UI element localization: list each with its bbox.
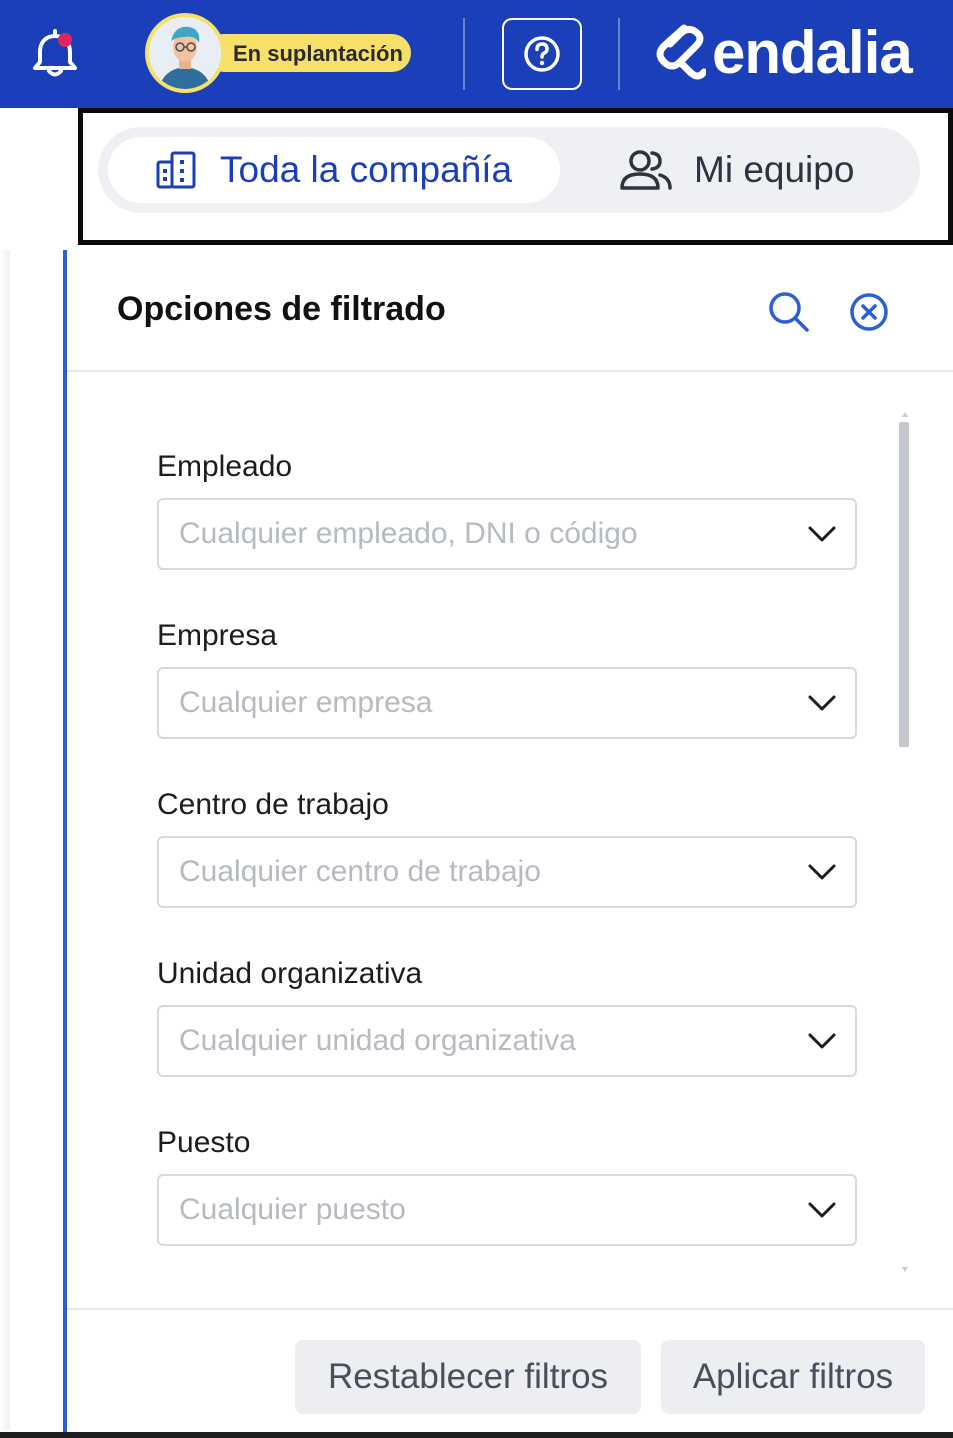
field-placeholder: Cualquier centro de trabajo <box>179 855 541 888</box>
search-icon[interactable] <box>767 290 811 334</box>
user-impersonation-pill[interactable]: En suplantación <box>145 13 411 93</box>
scroll-down-arrow-icon[interactable] <box>902 1267 908 1272</box>
impersonation-label: En suplantación <box>233 41 403 66</box>
header-divider <box>463 18 465 90</box>
tab-label: Mi equipo <box>694 149 855 190</box>
centro-de-trabajo-select[interactable]: Cualquier centro de trabajo <box>157 836 857 908</box>
chevron-down-icon <box>808 526 836 542</box>
chevron-down-icon <box>808 695 836 711</box>
logo-text: endalia <box>712 19 913 86</box>
filter-field-centro-de-trabajo: Centro de trabajo Cualquier centro de tr… <box>153 778 857 947</box>
background-content <box>0 250 10 1430</box>
building-icon <box>156 151 196 189</box>
field-label: Empresa <box>157 619 278 652</box>
chevron-down-icon <box>808 1033 836 1049</box>
tab-toda-la-compania[interactable]: Toda la compañía <box>108 137 560 203</box>
reset-filters-button[interactable]: Restablecer filtros <box>295 1340 641 1414</box>
panel-title: Opciones de filtrado <box>117 290 446 328</box>
notifications-bell-icon[interactable] <box>30 28 80 80</box>
tab-mi-equipo[interactable]: Mi equipo <box>618 137 908 203</box>
field-label: Empleado <box>157 450 293 483</box>
filter-panel: Opciones de filtrado Empleado Cualquier … <box>63 250 953 1438</box>
empleado-select[interactable]: Cualquier empleado, DNI o código <box>157 498 857 570</box>
filter-field-empleado: Empleado Cualquier empleado, DNI o códig… <box>153 440 857 609</box>
filter-field-unidad-organizativa: Unidad organizativa Cualquier unidad org… <box>153 947 857 1116</box>
filter-panel-header: Opciones de filtrado <box>67 250 953 372</box>
endalia-logo[interactable]: endalia <box>654 19 913 86</box>
header-divider <box>618 18 620 90</box>
field-label: Unidad organizativa <box>157 957 423 990</box>
close-icon[interactable] <box>847 290 891 334</box>
scope-toggle: Toda la compañía Mi equipo <box>98 127 920 213</box>
filter-panel-footer: Restablecer filtros Aplicar filtros <box>67 1308 953 1438</box>
notification-dot <box>58 33 72 47</box>
scrollbar[interactable] <box>899 412 911 1282</box>
field-placeholder: Cualquier empresa <box>179 686 433 719</box>
scope-toggle-frame: Toda la compañía Mi equipo <box>78 108 953 245</box>
filter-field-empresa: Empresa Cualquier empresa <box>153 609 857 778</box>
filter-fields: Empleado Cualquier empleado, DNI o códig… <box>153 440 857 1285</box>
puesto-select[interactable]: Cualquier puesto <box>157 1174 857 1246</box>
page: En suplantación endalia Toda la compañía… <box>0 0 953 1438</box>
avatar[interactable] <box>145 13 225 93</box>
scrollbar-thumb[interactable] <box>899 422 909 747</box>
unidad-organizativa-select[interactable]: Cualquier unidad organizativa <box>157 1005 857 1077</box>
tab-label: Toda la compañía <box>220 149 513 190</box>
help-icon <box>524 36 560 72</box>
filter-field-puesto: Puesto Cualquier puesto <box>153 1116 857 1285</box>
scroll-up-arrow-icon[interactable] <box>902 412 908 417</box>
bottom-border <box>0 1432 953 1438</box>
endalia-logo-mark-icon <box>656 24 706 80</box>
top-bar: En suplantación endalia <box>0 0 953 108</box>
team-icon <box>620 150 672 190</box>
field-label: Puesto <box>157 1126 251 1159</box>
empresa-select[interactable]: Cualquier empresa <box>157 667 857 739</box>
field-label: Centro de trabajo <box>157 788 389 821</box>
field-placeholder: Cualquier puesto <box>179 1193 406 1226</box>
field-placeholder: Cualquier unidad organizativa <box>179 1024 576 1057</box>
chevron-down-icon <box>808 864 836 880</box>
chevron-down-icon <box>808 1202 836 1218</box>
field-placeholder: Cualquier empleado, DNI o código <box>179 517 638 550</box>
apply-filters-button[interactable]: Aplicar filtros <box>661 1340 925 1414</box>
help-button[interactable] <box>502 18 582 90</box>
